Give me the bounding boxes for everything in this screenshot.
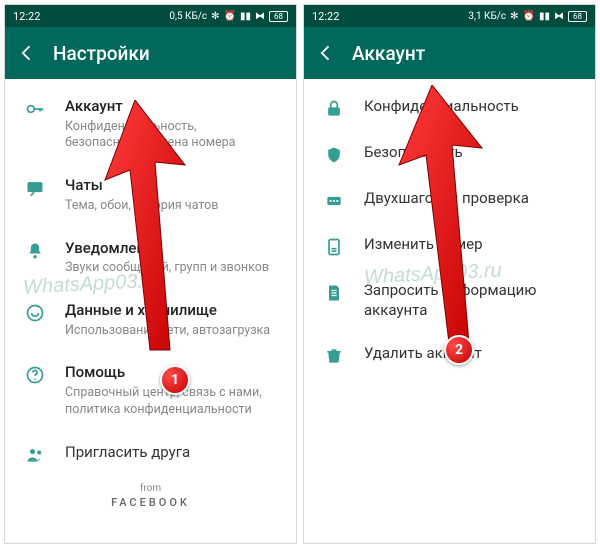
- wifi-icon: ⧓: [255, 11, 265, 22]
- help-icon: [19, 365, 51, 385]
- row-title: Конфиденциальность: [364, 97, 581, 117]
- row-title: Чаты: [65, 176, 282, 196]
- battery-icon: 68: [269, 11, 288, 22]
- row-title: Уведомления: [65, 239, 282, 259]
- page-title: Аккаунт: [352, 42, 425, 65]
- signal-icon: ▮▮: [539, 11, 550, 22]
- status-time: 12:22: [312, 10, 339, 23]
- status-time: 12:22: [13, 10, 40, 23]
- row-title: Удалить аккаунт: [364, 344, 581, 364]
- row-title: Помощь: [65, 363, 282, 383]
- footer-brand: from FACEBOOK: [5, 477, 296, 523]
- account-list: Конфиденциальность Безопасность Двухшаго…: [304, 79, 595, 543]
- twostep-icon: [318, 191, 350, 211]
- sim-icon: [318, 237, 350, 257]
- doc-icon: [318, 283, 350, 303]
- back-button[interactable]: [17, 43, 41, 63]
- alarm-icon: ⏰: [224, 11, 236, 22]
- signal-icon: ▮▮: [240, 11, 251, 22]
- row-sub: Звуки сообщений, групп и звонков: [65, 260, 282, 277]
- row-chats[interactable]: Чаты Тема, обои, история чатов: [5, 164, 296, 226]
- row-invite[interactable]: Пригласить друга: [5, 431, 296, 477]
- app-bar: Настройки: [5, 27, 296, 79]
- bluetooth-icon: ✻: [510, 11, 518, 22]
- back-button[interactable]: [316, 43, 340, 63]
- row-security[interactable]: Безопасность: [304, 131, 595, 177]
- app-bar: Аккаунт: [304, 27, 595, 79]
- row-title: Запросить информацию аккаунта: [364, 281, 581, 320]
- row-sub: Конфиденциальность, безопасность, смена …: [65, 119, 282, 153]
- bell-icon: [19, 241, 51, 261]
- row-title: Изменить номер: [364, 235, 581, 255]
- row-request-info[interactable]: Запросить информацию аккаунта: [304, 269, 595, 332]
- row-help[interactable]: Помощь Справочный центр, связь с нами, п…: [5, 351, 296, 430]
- row-notifications[interactable]: Уведомления Звуки сообщений, групп и зво…: [5, 227, 296, 289]
- lock-icon: [318, 99, 350, 119]
- row-privacy[interactable]: Конфиденциальность: [304, 85, 595, 131]
- footer-facebook: FACEBOOK: [111, 496, 190, 509]
- people-icon: [19, 445, 51, 465]
- phone-right: 12:22 3,1 КБ/с ✻ ⏰ ▮▮ ⧓ 68 Аккаунт Конфи…: [303, 4, 596, 544]
- status-net-speed: 3,1 КБ/с: [468, 11, 506, 22]
- row-sub: Справочный центр, связь с нами, политика…: [65, 385, 282, 419]
- data-icon: [19, 303, 51, 323]
- wifi-icon: ⧓: [554, 11, 564, 22]
- trash-icon: [318, 346, 350, 366]
- row-sub: Тема, обои, история чатов: [65, 198, 282, 215]
- row-title: Данные и хранилище: [65, 301, 282, 321]
- settings-list: Аккаунт Конфиденциальность, безопасность…: [5, 79, 296, 543]
- page-title: Настройки: [53, 42, 150, 65]
- row-two-step[interactable]: Двухшаговая проверка: [304, 177, 595, 223]
- bluetooth-icon: ✻: [211, 11, 219, 22]
- alarm-icon: ⏰: [523, 11, 535, 22]
- status-net-speed: 0,5 КБ/с: [169, 11, 207, 22]
- key-icon: [19, 99, 51, 119]
- row-delete-account[interactable]: Удалить аккаунт: [304, 332, 595, 378]
- status-bar: 12:22 3,1 КБ/с ✻ ⏰ ▮▮ ⧓ 68: [304, 5, 595, 27]
- row-account[interactable]: Аккаунт Конфиденциальность, безопасность…: [5, 85, 296, 164]
- chat-icon: [19, 178, 51, 198]
- phone-left: 12:22 0,5 КБ/с ✻ ⏰ ▮▮ ⧓ 68 Настройки Акк…: [4, 4, 297, 544]
- row-change-number[interactable]: Изменить номер: [304, 223, 595, 269]
- shield-icon: [318, 145, 350, 165]
- row-title: Двухшаговая проверка: [364, 189, 581, 209]
- battery-icon: 68: [568, 11, 587, 22]
- status-bar: 12:22 0,5 КБ/с ✻ ⏰ ▮▮ ⧓ 68: [5, 5, 296, 27]
- footer-from: from: [5, 483, 296, 494]
- row-data-storage[interactable]: Данные и хранилище Использование сети, а…: [5, 289, 296, 351]
- row-title: Безопасность: [364, 143, 581, 163]
- row-sub: Использование сети, автозагрузка: [65, 323, 282, 340]
- row-title: Пригласить друга: [65, 443, 282, 463]
- row-title: Аккаунт: [65, 97, 282, 117]
